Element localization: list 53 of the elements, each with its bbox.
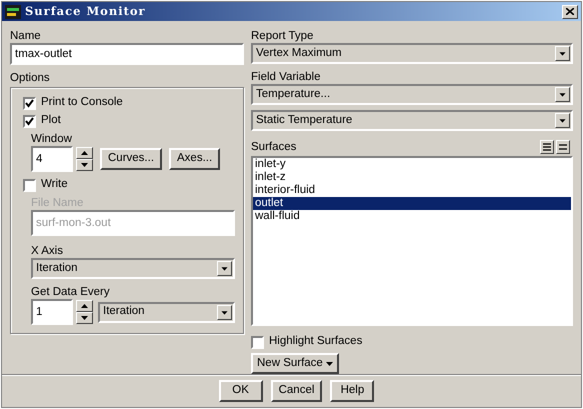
checkbox[interactable] — [23, 178, 36, 192]
spin-down-button[interactable] — [76, 312, 93, 324]
app-icon — [5, 4, 21, 18]
field-label: Report Type — [251, 29, 314, 44]
list-item[interactable]: interior-fluid — [253, 184, 571, 198]
surfaces-list[interactable]: inlet-y inlet-z interior-fluid outlet wall-fluid — [251, 156, 573, 326]
checkbox-label[interactable]: Write — [41, 176, 68, 194]
spin-up-button[interactable] — [76, 300, 93, 312]
up-arrow-icon — [81, 304, 88, 308]
checkbox[interactable] — [251, 336, 264, 349]
caret-icon — [326, 362, 333, 366]
list-item[interactable]: outlet — [253, 197, 571, 210]
dialog-button[interactable]: OK — [218, 380, 263, 402]
down-arrow-icon — [81, 316, 88, 320]
equals-icon — [559, 144, 567, 150]
down-arrow-icon — [81, 163, 88, 168]
list-item[interactable]: wall-fluid — [253, 210, 571, 224]
checkbox-label[interactable]: Highlight Surfaces — [269, 333, 362, 351]
close-icon — [566, 8, 574, 15]
checkbox[interactable] — [23, 114, 36, 128]
field-label: Field Variable — [251, 70, 322, 84]
spin-down-button[interactable] — [76, 159, 93, 172]
dropdown[interactable]: Static Temperature — [251, 110, 573, 132]
close-button[interactable] — [562, 4, 578, 18]
dropdown[interactable]: Iteration — [31, 258, 235, 280]
field-label: X Axis — [31, 244, 64, 258]
field-label: Surfaces — [251, 140, 296, 154]
dropdown[interactable]: Vertex Maximum — [251, 43, 573, 64]
dialog-button[interactable]: Help — [330, 380, 374, 402]
number-field[interactable]: 4 — [31, 146, 73, 172]
checkbox[interactable] — [23, 96, 36, 110]
up-arrow-icon — [81, 151, 88, 156]
list-item[interactable]: inlet-y — [253, 158, 571, 172]
dialog-button[interactable]: Axes... — [169, 148, 220, 170]
select-all-button[interactable] — [540, 140, 554, 154]
checkbox-label[interactable]: Plot — [41, 112, 61, 130]
list-item[interactable]: inlet-z — [253, 171, 571, 184]
dialog-button[interactable]: Curves... — [100, 148, 162, 170]
dropdown[interactable]: Iteration — [98, 302, 235, 323]
list-icon — [543, 143, 551, 152]
field-label: Get Data Every — [31, 285, 111, 300]
deselect-all-button[interactable] — [556, 140, 570, 154]
field-label: Name — [10, 29, 42, 44]
name-field[interactable]: tmax-outlet — [10, 43, 244, 66]
field-label: Window — [31, 132, 73, 146]
dropdown[interactable]: Temperature... — [251, 84, 573, 106]
group-label: Options — [10, 71, 51, 86]
number-field[interactable]: 1 — [31, 299, 73, 326]
spin-up-button[interactable] — [76, 147, 93, 160]
checkbox-label[interactable]: Print to Console — [41, 94, 123, 112]
dialog-button[interactable]: Cancel — [270, 380, 322, 402]
window-title: Surface Monitor — [25, 2, 146, 20]
new-surface-button[interactable]: New Surface — [251, 353, 339, 374]
